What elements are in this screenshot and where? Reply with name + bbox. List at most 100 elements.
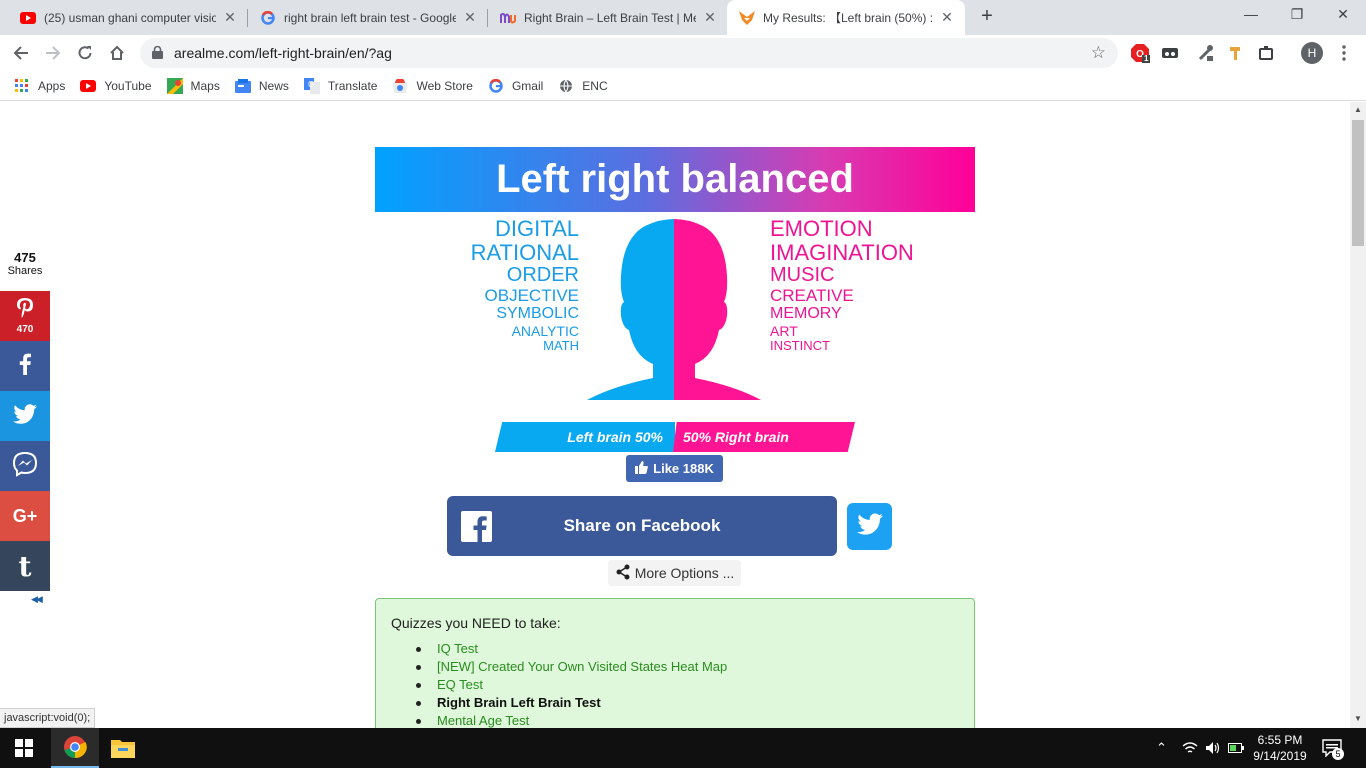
profile-avatar[interactable]: H (1301, 42, 1323, 64)
tab-title: right brain left brain test - Google (284, 10, 456, 25)
close-icon[interactable]: ✕ (939, 9, 955, 26)
facebook-icon (19, 353, 31, 380)
bookmark-label: YouTube (104, 78, 152, 93)
lock-icon (152, 45, 163, 64)
facebook-like-button[interactable]: Like 188K (626, 455, 723, 482)
forward-button[interactable] (40, 40, 66, 66)
file-explorer-icon[interactable] (99, 728, 147, 768)
quiz-link[interactable]: [NEW] Created Your Own Visited States He… (401, 658, 959, 676)
extension-hammer-icon[interactable] (1226, 43, 1246, 63)
mentalup-icon (500, 10, 516, 26)
bookmark-enc[interactable]: ENC (558, 78, 608, 94)
url-text: arealme.com/left-right-brain/en/?ag (174, 45, 392, 61)
google-plus-share-button[interactable]: G+ (0, 491, 50, 541)
chrome-taskbar-icon[interactable] (51, 728, 99, 768)
bookmark-maps[interactable]: Maps (166, 77, 220, 94)
share-counter: 475 Shares (0, 250, 50, 277)
windows-start-icon[interactable] (0, 728, 48, 768)
quiz-link[interactable]: EQ Test (401, 676, 959, 694)
tumblr-icon: t (18, 549, 32, 583)
extension-glasses-icon[interactable] (1160, 43, 1180, 63)
page-content: Left right balanced DIGITAL RATIONAL ORD… (0, 102, 1350, 728)
left-trait: ANALYTIC (511, 323, 579, 339)
notification-count: 5 (1332, 748, 1344, 760)
youtube-icon (80, 78, 97, 94)
right-trait: CREATIVE (770, 286, 854, 305)
scrollbar-thumb[interactable] (1352, 120, 1364, 246)
pinterest-share-button[interactable]: 470 (0, 291, 50, 341)
tab-mentalup[interactable]: Right Brain – Left Brain Test | Mental ✕ (488, 0, 728, 35)
bookmark-news[interactable]: News (234, 78, 289, 94)
wifi-icon[interactable] (1182, 728, 1198, 768)
collapse-sidebar-icon[interactable]: ◀◀ (31, 594, 43, 605)
translate-icon: G (303, 77, 320, 94)
news-icon (234, 78, 251, 94)
messenger-share-button[interactable] (0, 441, 50, 491)
close-icon[interactable]: ✕ (702, 9, 718, 26)
bookmark-webstore[interactable]: Web Store (392, 78, 473, 94)
webstore-icon (392, 78, 408, 94)
facebook-share-sidebar-button[interactable] (0, 341, 50, 391)
pinterest-icon (16, 297, 34, 324)
bookmark-star-icon[interactable]: ☆ (1091, 43, 1106, 63)
quiz-link[interactable]: IQ Test (401, 640, 959, 658)
page-scrollbar[interactable]: ▲ ▼ (1350, 102, 1366, 728)
tab-arealme-results[interactable]: My Results: 【Left brain (50%) : Right ✕ (727, 0, 965, 35)
quiz-link[interactable]: Mental Age Test (401, 712, 959, 728)
result-title: Left right balanced (375, 147, 975, 212)
extension-adblock-icon[interactable]: O1 (1130, 43, 1150, 63)
tumblr-share-button[interactable]: t (0, 541, 50, 591)
reload-button[interactable] (72, 40, 98, 66)
bookmark-translate[interactable]: G Translate (303, 77, 378, 94)
share-on-twitter-button[interactable] (847, 503, 892, 550)
extension-puzzle-icon[interactable] (1256, 43, 1276, 63)
arealme-fox-icon (739, 10, 755, 26)
more-options-button[interactable]: More Options ... (608, 560, 741, 586)
back-button[interactable] (8, 40, 34, 66)
bookmark-label: ENC (582, 78, 608, 93)
status-bar-url: javascript:void(0); (0, 708, 96, 728)
new-tab-button[interactable]: + (976, 6, 998, 28)
close-window-button[interactable]: ✕ (1320, 0, 1366, 30)
bookmark-label: Maps (190, 78, 220, 93)
right-trait: ART (770, 323, 798, 339)
right-trait: INSTINCT (770, 338, 830, 353)
extension-tools-icon[interactable] (1196, 43, 1216, 63)
right-trait: MUSIC (770, 264, 835, 286)
menu-kebab-icon[interactable] (1334, 43, 1354, 63)
bookmark-label: Apps (38, 78, 66, 93)
share-count: 475 (14, 250, 36, 265)
extension-badge: 1 (1144, 54, 1149, 63)
like-count: Like 188K (653, 461, 714, 476)
close-icon[interactable]: ✕ (222, 9, 238, 26)
action-center-icon[interactable]: 5 (1322, 728, 1344, 768)
tab-title: (25) usman ghani computer vision (44, 10, 216, 25)
show-hidden-icons-icon[interactable]: ⌃ (1156, 728, 1167, 768)
scroll-up-arrow-icon[interactable]: ▲ (1354, 105, 1362, 114)
clock-date: 9/14/2019 (1253, 749, 1307, 763)
close-icon[interactable]: ✕ (462, 9, 478, 26)
address-bar[interactable]: arealme.com/left-right-brain/en/?ag ☆ (140, 38, 1118, 68)
left-brain-traits: DIGITAL RATIONAL ORDER OBJECTIVE SYMBOLI… (430, 218, 579, 354)
share-on-facebook-button[interactable]: Share on Facebook (447, 496, 837, 556)
bookmark-gmail[interactable]: Gmail (488, 78, 543, 94)
system-clock[interactable]: 6:55 PM 9/14/2019 (1240, 732, 1320, 764)
restore-button[interactable]: ❐ (1274, 0, 1320, 30)
left-trait: RATIONAL (470, 240, 579, 265)
thumbs-up-icon (635, 460, 648, 477)
tab-google-search[interactable]: right brain left brain test - Google ✕ (248, 0, 488, 35)
bookmark-apps[interactable]: Apps (14, 78, 65, 94)
twitter-icon (856, 513, 883, 540)
home-button[interactable] (104, 40, 130, 66)
twitter-share-sidebar-button[interactable] (0, 391, 50, 441)
quizzes-heading: Quizzes you NEED to take: (391, 615, 561, 631)
volume-icon[interactable] (1205, 728, 1221, 768)
bookmark-label: Translate (327, 78, 378, 93)
brain-balance-bar: Left brain 50% 50% Right brain (495, 422, 855, 452)
scroll-down-arrow-icon[interactable]: ▼ (1354, 714, 1362, 723)
svg-text:G: G (308, 80, 314, 89)
globe-icon (558, 78, 574, 94)
minimize-button[interactable]: — (1228, 0, 1274, 30)
bookmark-youtube[interactable]: YouTube (80, 78, 152, 94)
tab-youtube[interactable]: (25) usman ghani computer vision ✕ (8, 0, 248, 35)
